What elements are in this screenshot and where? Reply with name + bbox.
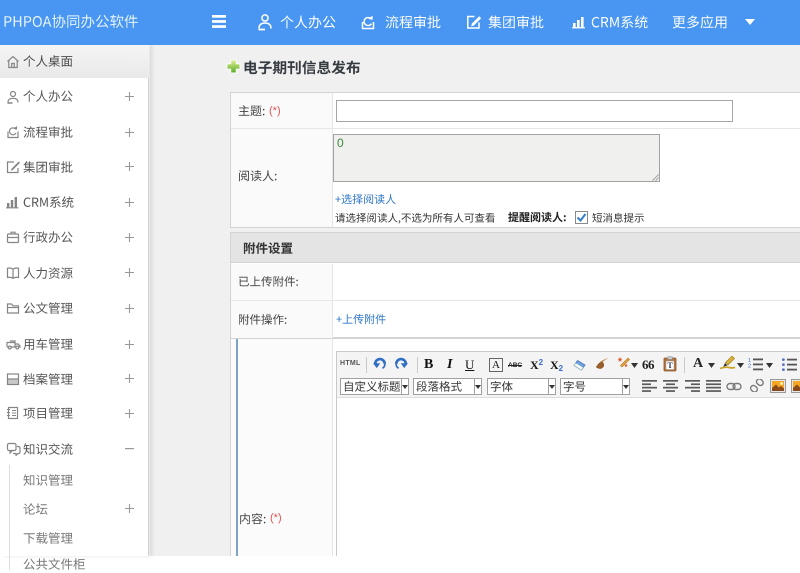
svg-text:T: T [667, 361, 673, 370]
svg-text:2: 2 [748, 364, 751, 370]
